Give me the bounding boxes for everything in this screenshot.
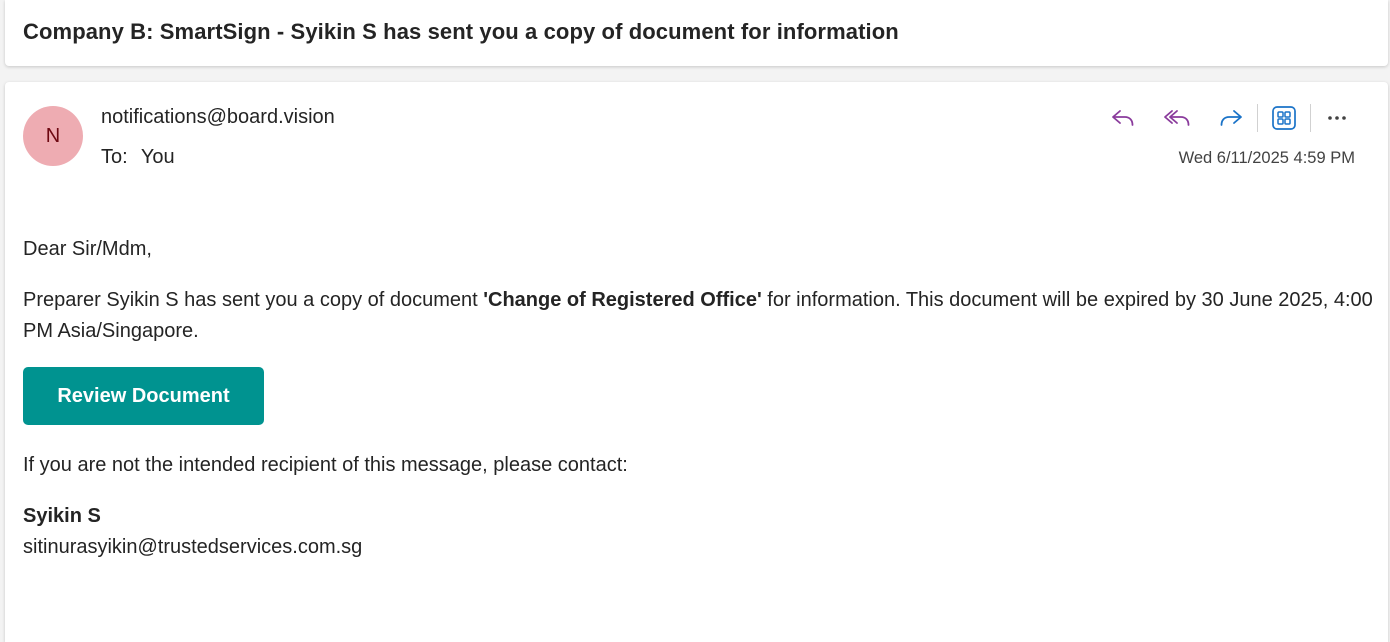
more-actions-button[interactable] (1319, 100, 1355, 136)
reply-all-button[interactable] (1159, 100, 1195, 136)
reply-icon (1112, 110, 1134, 126)
apps-icon (1272, 106, 1296, 130)
subject-header: Company B: SmartSign - Syikin S has sent… (5, 0, 1388, 66)
recipient-name[interactable]: You (141, 146, 175, 168)
greeting: Dear Sir/Mdm, (23, 238, 152, 260)
action-divider (1257, 104, 1258, 132)
recipient-line: To: You (101, 146, 175, 169)
to-label: To: (101, 146, 128, 168)
message-date: Wed 6/11/2025 4:59 PM (1178, 149, 1355, 167)
action-divider (1310, 104, 1311, 132)
review-document-button[interactable]: Review Document (23, 367, 264, 425)
sender-avatar[interactable]: N (23, 106, 83, 166)
email-subject: Company B: SmartSign - Syikin S has sent… (23, 19, 899, 44)
reply-all-icon (1164, 110, 1190, 126)
contact-name: Syikin S (23, 505, 101, 527)
message-paragraph: Preparer Syikin S has sent you a copy of… (23, 285, 1373, 347)
document-name: 'Change of Registered Office' (483, 289, 762, 311)
apps-button[interactable] (1266, 100, 1302, 136)
contact-instruction: If you are not the intended recipient of… (23, 454, 628, 476)
more-icon (1328, 116, 1346, 120)
contact-email[interactable]: sitinurasyikin@trustedservices.com.sg (23, 532, 1373, 563)
forward-icon (1220, 110, 1242, 126)
paragraph-prefix: Preparer Syikin S has sent you a copy of… (23, 289, 484, 311)
forward-button[interactable] (1213, 100, 1249, 136)
sender-email[interactable]: notifications@board.vision (101, 106, 335, 129)
message-body: Dear Sir/Mdm, Preparer Syikin S has sent… (23, 234, 1373, 563)
message-card: N notifications@board.vision To: You Wed… (5, 82, 1388, 642)
message-action-bar (1105, 100, 1355, 136)
reply-button[interactable] (1105, 100, 1141, 136)
